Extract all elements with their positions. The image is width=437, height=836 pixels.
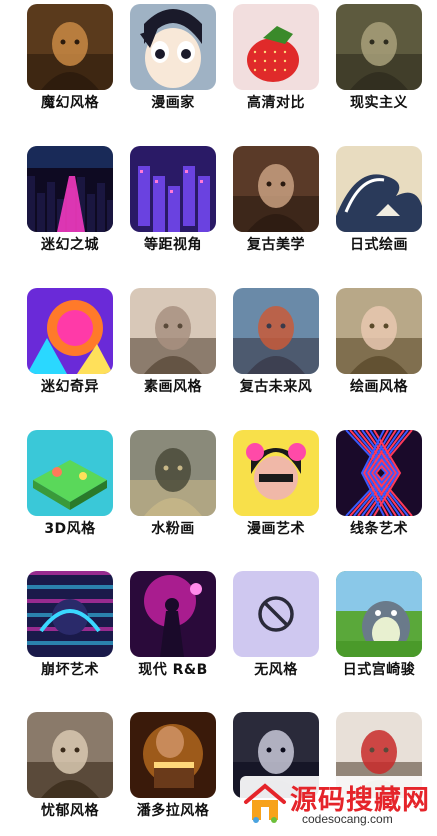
style-thumbnail <box>27 4 113 90</box>
thumbnail-image <box>233 4 319 90</box>
style-thumbnail <box>27 712 113 798</box>
style-thumbnail <box>27 146 113 232</box>
style-label: 高清对比 <box>247 95 305 111</box>
style-label: 素画风格 <box>144 379 202 395</box>
style-thumbnail <box>130 430 216 516</box>
watermark: 源码搜藏网 codesocang.com <box>240 776 437 834</box>
style-tile-sketch-portrait[interactable]: 素画风格 <box>130 288 216 412</box>
thumbnail-image <box>233 146 319 232</box>
style-thumbnail <box>130 4 216 90</box>
thumbnail-image <box>336 146 422 232</box>
style-label: 复古美学 <box>247 237 305 253</box>
style-label: 漫画家 <box>151 95 195 111</box>
style-thumbnail <box>233 430 319 516</box>
style-label: 绘画风格 <box>350 379 408 395</box>
style-thumbnail <box>130 146 216 232</box>
style-label: 崩坏艺术 <box>41 662 99 678</box>
style-label: 现实主义 <box>350 95 408 111</box>
thumbnail-image <box>233 430 319 516</box>
style-thumbnail <box>336 288 422 374</box>
style-thumbnail <box>233 571 319 657</box>
style-thumbnail <box>233 288 319 374</box>
style-thumbnail <box>233 4 319 90</box>
style-tile-retro-future[interactable]: 复古未来风 <box>233 288 319 412</box>
thumbnail-image <box>27 4 113 90</box>
thumbnail-image <box>27 288 113 374</box>
style-thumbnail <box>336 571 422 657</box>
style-tile-glitch-art[interactable]: 崩坏艺术 <box>27 571 113 695</box>
style-thumbnail <box>336 430 422 516</box>
style-label: 漫画艺术 <box>247 521 305 537</box>
style-thumbnail <box>27 571 113 657</box>
style-tile-anime-boy[interactable]: 漫画家 <box>130 4 216 128</box>
style-tile-strawberry[interactable]: 高清对比 <box>233 4 319 128</box>
style-thumbnail <box>130 712 216 798</box>
no-style-icon <box>233 571 319 657</box>
style-label: 迷幻奇异 <box>41 379 99 395</box>
style-thumbnail <box>336 4 422 90</box>
thumbnail-image <box>130 712 216 798</box>
thumbnail-image <box>27 571 113 657</box>
thumbnail-image <box>233 288 319 374</box>
style-label: 忧郁风格 <box>41 803 99 819</box>
style-label: 水粉画 <box>151 521 195 537</box>
style-tile-pandora-box[interactable]: 潘多拉风格 <box>130 712 216 836</box>
style-tile-gouache-still[interactable]: 水粉画 <box>130 430 216 554</box>
style-tile-totoro[interactable]: 日式宫崎骏 <box>336 571 422 695</box>
thumbnail-image <box>27 430 113 516</box>
style-tile-no-style[interactable]: 无风格 <box>233 571 319 695</box>
thumbnail-image <box>130 571 216 657</box>
style-label: 迷幻之城 <box>41 237 99 253</box>
style-thumbnail <box>130 288 216 374</box>
style-thumbnail <box>336 146 422 232</box>
thumbnail-image <box>336 430 422 516</box>
style-label: 现代 R&B <box>138 662 208 678</box>
thumbnail-image <box>27 146 113 232</box>
thumbnail-image <box>336 4 422 90</box>
thumbnail-image <box>27 712 113 798</box>
house-logo-icon <box>244 783 286 823</box>
style-tile-rnb-stage[interactable]: 现代 R&B <box>130 571 216 695</box>
style-label: 等距视角 <box>144 237 202 253</box>
style-tile-vintage-flowers[interactable]: 复古美学 <box>233 146 319 270</box>
style-label: 日式宫崎骏 <box>342 662 416 678</box>
style-thumbnail <box>27 430 113 516</box>
thumbnail-image <box>130 4 216 90</box>
style-label: 无风格 <box>254 662 298 678</box>
thumbnail-image <box>130 288 216 374</box>
style-grid: 魔幻风格 漫画家 高清对比 现实主义迷幻之城 等距视角 复古美学 日式绘画迷幻奇异 素画风格 复… <box>0 0 437 834</box>
style-label: 魔幻风格 <box>41 95 99 111</box>
style-tile-realism-soldier[interactable]: 现实主义 <box>336 4 422 128</box>
style-label: 复古未来风 <box>239 379 313 395</box>
style-tile-psychedelic[interactable]: 迷幻奇异 <box>27 288 113 412</box>
style-tile-great-wave[interactable]: 日式绘画 <box>336 146 422 270</box>
style-label: 潘多拉风格 <box>136 803 210 819</box>
style-label: 线条艺术 <box>350 521 408 537</box>
thumbnail-image <box>336 571 422 657</box>
style-tile-line-art[interactable]: 线条艺术 <box>336 430 422 554</box>
style-thumbnail <box>27 288 113 374</box>
style-thumbnail <box>130 571 216 657</box>
style-thumbnail <box>233 146 319 232</box>
style-tile-melancholy[interactable]: 忧郁风格 <box>27 712 113 836</box>
style-tile-magic-portrait[interactable]: 魔幻风格 <box>27 4 113 128</box>
thumbnail-image <box>336 288 422 374</box>
thumbnail-image <box>130 430 216 516</box>
style-label: 日式绘画 <box>350 237 408 253</box>
style-tile-neon-city[interactable]: 迷幻之城 <box>27 146 113 270</box>
style-tile-3d-island[interactable]: 3D风格 <box>27 430 113 554</box>
style-tile-isometric-city[interactable]: 等距视角 <box>130 146 216 270</box>
style-label: 3D风格 <box>44 521 96 537</box>
style-tile-oil-portrait[interactable]: 绘画风格 <box>336 288 422 412</box>
style-tile-comic-girl[interactable]: 漫画艺术 <box>233 430 319 554</box>
watermark-url: codesocang.com <box>302 812 393 826</box>
thumbnail-image <box>130 146 216 232</box>
